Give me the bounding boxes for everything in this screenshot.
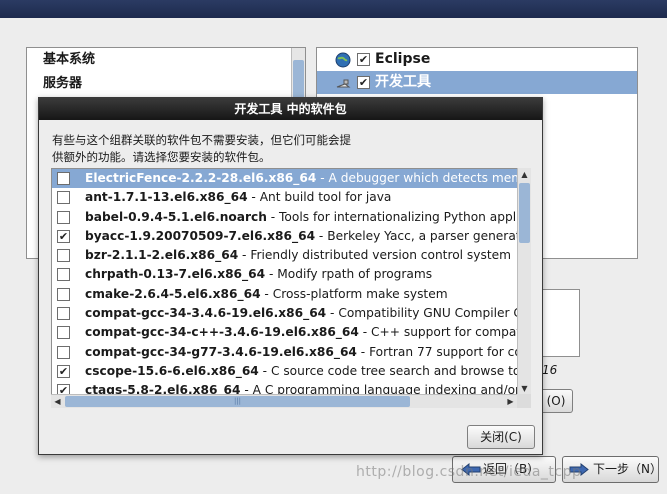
package-checkbox[interactable] [57,326,70,340]
intro-line: 供额外的功能。请选择您要安装的软件包。 [52,150,271,164]
package-list-vscrollbar[interactable]: ▲ ▼ [517,168,531,395]
package-separator: - [315,228,328,243]
package-separator: - [326,306,339,321]
package-row[interactable]: ✔ cscope-15.6-6.el6.x86_64 - C source cod… [52,362,530,381]
package-separator: - [260,286,273,301]
package-row[interactable]: ant-1.7.1-13.el6.x86_64 - Ant build tool… [52,188,530,207]
top-banner [0,0,667,18]
dialog-intro: 有些与这个组群关联的软件包不需要安装，但它们可能会提 供额外的功能。请选择您要安… [52,132,352,166]
package-row[interactable]: compat-gcc-34-c++-3.4.6-19.el6.x86_64 - … [52,323,530,342]
scroll-up-icon[interactable]: ▲ [518,168,531,181]
scroll-right-icon[interactable]: ▶ [504,395,517,408]
scroll-corner [517,394,531,408]
package-description: Friendly distributed version control sys… [250,248,511,263]
package-checkbox[interactable] [57,191,70,205]
package-description: Fortran 77 support for compatibili [369,344,530,359]
scrollbar-thumb[interactable]: ||| [65,396,410,407]
package-separator: - [238,248,251,263]
package-description: Tools for internationalizing Python appl… [279,209,530,224]
package-separator: - [358,325,372,340]
package-row[interactable]: compat-gcc-34-3.4.6-19.el6.x86_64 - Comp… [52,304,530,323]
package-name: ant-1.7.1-13.el6.x86_64 [85,190,248,205]
package-checkbox[interactable] [57,172,70,185]
package-description: C++ support for compatibility co [371,325,530,340]
package-name: bzr-2.1.1-2.el6.x86_64 [85,248,239,263]
package-checkbox[interactable]: ✔ [57,364,70,378]
package-checkbox[interactable] [57,249,70,263]
globe-icon [335,52,351,68]
package-list[interactable]: ElectricFence-2.2.2-28.el6.x86_64 - A de… [51,168,531,408]
category-item[interactable]: 服务器 [27,72,305,96]
package-checkbox[interactable] [57,345,70,359]
intro-line: 有些与这个组群关联的软件包不需要安装，但它们可能会提 [52,133,351,147]
package-description: Modify rpath of programs [277,267,433,282]
package-checkbox[interactable] [57,210,70,224]
package-separator: - [356,344,370,359]
package-separator: - [265,267,278,282]
optional-packages-button[interactable]: (O) [540,389,573,413]
scrollbar-thumb[interactable] [519,183,530,243]
package-row[interactable]: compat-gcc-34-g77-3.4.6-19.el6.x86_64 - … [52,343,530,362]
package-row[interactable]: chrpath-0.13-7.el6.x86_64 - Modify rpath… [52,265,530,284]
package-name: compat-gcc-34-3.4.6-19.el6.x86_64 [85,306,327,321]
group-item-eclipse[interactable]: ✔ Eclipse [317,48,637,71]
group-item-dev-tools[interactable]: ✔ 开发工具 [317,71,637,94]
package-checkbox[interactable]: ✔ [57,229,70,243]
next-label: 下一步（N） [593,462,662,476]
package-name: ElectricFence-2.2.2-28.el6.x86_64 [85,171,317,185]
package-description: A debugger which detects memory alloc [328,171,531,185]
package-row[interactable]: bzr-2.1.1-2.el6.x86_64 - Friendly distri… [52,246,530,265]
package-count: 16 [542,363,558,377]
package-name: compat-gcc-34-g77-3.4.6-19.el6.x86_64 [85,344,357,359]
package-row[interactable]: ElectricFence-2.2.2-28.el6.x86_64 - A de… [52,169,531,189]
scroll-left-icon[interactable]: ◀ [51,395,64,408]
package-checkbox[interactable] [57,307,70,321]
package-separator: - [266,209,280,224]
package-description: Berkeley Yacc, a parser generator [327,228,531,243]
group-label: Eclipse [375,51,431,67]
package-name: chrpath-0.13-7.el6.x86_64 [85,267,266,282]
watermark: http://blog.csdn.net/ieda_tcpp [356,464,582,480]
package-checkbox[interactable] [57,268,70,282]
package-description: Cross-platform make system [272,286,448,301]
package-name: cmake-2.6.4-5.el6.x86_64 [85,286,261,301]
package-description: Ant build tool for java [259,190,392,205]
tools-icon [336,79,351,88]
package-description: Compatibility GNU Compiler Collection [338,306,530,321]
package-description: C source code tree search and browse too… [270,363,531,378]
group-label: 开发工具 [375,74,431,90]
group-checkbox[interactable]: ✔ [357,76,370,89]
package-name: babel-0.9.4-5.1.el6.noarch [85,209,267,224]
package-name: cscope-15.6-6.el6.x86_64 [85,363,259,378]
group-checkbox[interactable]: ✔ [357,53,370,66]
close-button[interactable]: 关闭(C) [467,425,535,449]
group-description [540,289,580,357]
dialog-title: 开发工具 中的软件包 [39,98,542,120]
packages-dialog: 开发工具 中的软件包 有些与这个组群关联的软件包不需要安装，但它们可能会提 供额… [38,97,543,455]
category-item[interactable]: 基本系统 [27,48,305,72]
package-row[interactable]: babel-0.9.4-5.1.el6.noarch - Tools for i… [52,208,530,227]
package-separator: - [258,363,271,378]
package-row[interactable]: ✔ byacc-1.9.20070509-7.el6.x86_64 - Berke… [52,227,530,246]
package-name: compat-gcc-34-c++-3.4.6-19.el6.x86_64 [85,325,359,340]
package-separator: - [247,190,260,205]
package-list-hscrollbar[interactable]: ◀ ||| ▶ [51,394,517,408]
package-row[interactable]: cmake-2.6.4-5.el6.x86_64 - Cross-platfor… [52,285,530,304]
package-separator: - [316,171,329,185]
package-name: byacc-1.9.20070509-7.el6.x86_64 [85,228,316,243]
package-checkbox[interactable] [57,287,70,301]
